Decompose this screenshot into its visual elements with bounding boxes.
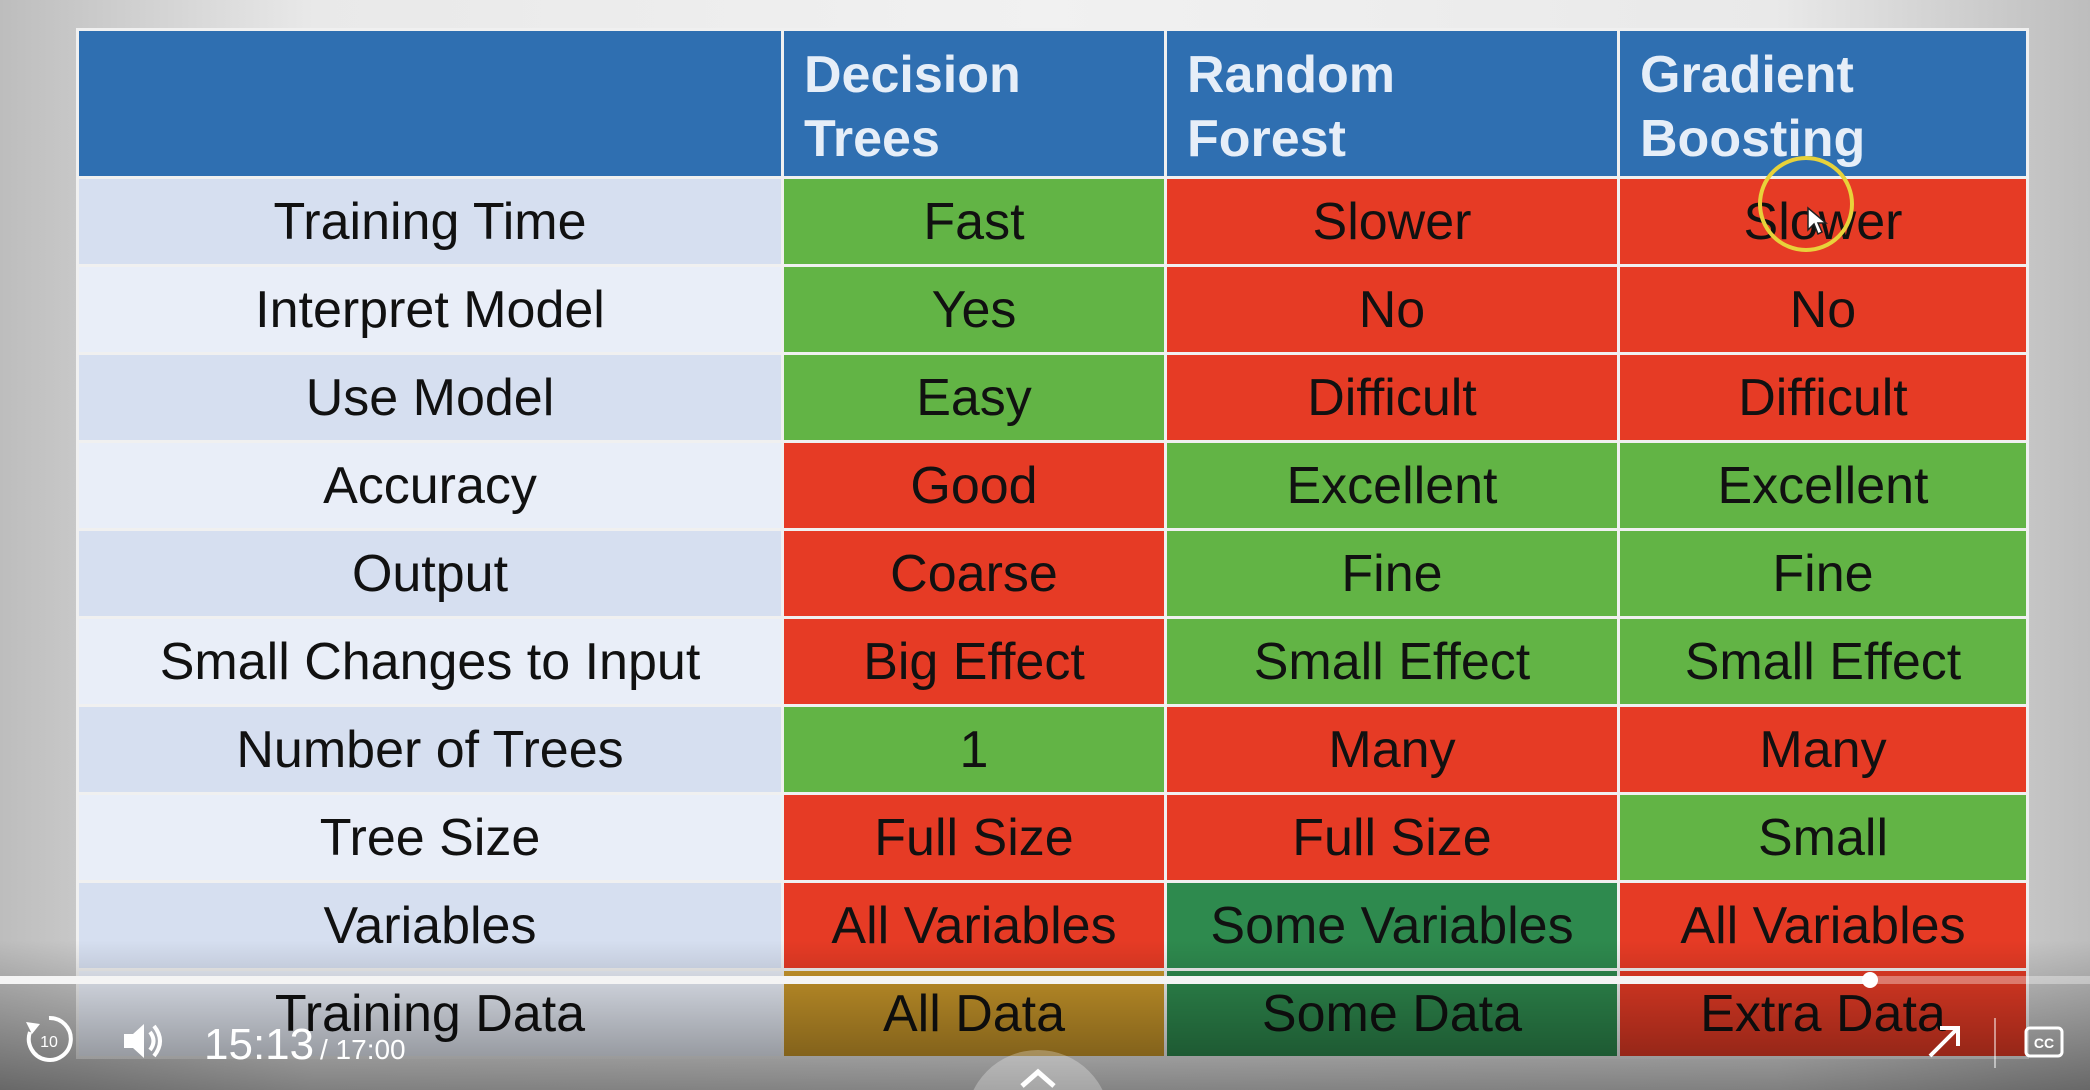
replay-10-button[interactable]: 10 — [22, 1012, 76, 1066]
current-time: 15:13 — [204, 1020, 315, 1069]
table-cell: 1 — [781, 704, 1167, 795]
header-row: Decision Trees Random Forest Gradient Bo… — [76, 28, 2029, 179]
replay-10-label: 10 — [40, 1034, 58, 1051]
header-line: Decision — [804, 46, 1021, 104]
fullscreen-button[interactable] — [1924, 1022, 1964, 1062]
row-label: Output — [76, 528, 784, 619]
row-label: Accuracy — [76, 440, 784, 531]
table-cell: All Variables — [781, 880, 1167, 971]
progress-bar[interactable] — [0, 972, 2090, 988]
table-row: Tree Size Full Size Full Size Small — [76, 792, 2029, 883]
table-cell: Good — [781, 440, 1167, 531]
row-label: Variables — [76, 880, 784, 971]
header-gradient-boosting: Gradient Boosting — [1617, 28, 2029, 179]
row-label: Interpret Model — [76, 264, 784, 355]
row-label: Tree Size — [76, 792, 784, 883]
table-row: Small Changes to Input Big Effect Small Ef… — [76, 616, 2029, 707]
chevron-up-icon — [1020, 1068, 1056, 1088]
table-cell: Big Effect — [781, 616, 1167, 707]
table-cell: Yes — [781, 264, 1167, 355]
table-cell: Full Size — [781, 792, 1167, 883]
row-label: Small Changes to Input — [76, 616, 784, 707]
table-cell: Fast — [781, 176, 1167, 267]
row-label: Use Model — [76, 352, 784, 443]
progress-scrubber-knob[interactable] — [1861, 972, 1878, 988]
svg-text:CC: CC — [2034, 1035, 2054, 1051]
table-cell: All Variables — [1617, 880, 2029, 971]
table-row: Number of Trees 1 Many Many — [76, 704, 2029, 795]
mouse-pointer-icon — [1807, 206, 1828, 236]
header-line: Trees — [804, 110, 940, 168]
fullscreen-arrow-icon — [1928, 1026, 1960, 1058]
table-cell: Easy — [781, 352, 1167, 443]
table-cell: Small Effect — [1617, 616, 2029, 707]
replay-10-icon: 10 — [26, 1015, 73, 1062]
table-cell: Many — [1164, 704, 1620, 795]
volume-button[interactable] — [120, 1018, 166, 1064]
volume-icon — [124, 1024, 162, 1058]
header-corner-cell — [76, 28, 784, 179]
table-cell: No — [1164, 264, 1620, 355]
table-row: Interpret Model Yes No No — [76, 264, 2029, 355]
header-random-forest: Random Forest — [1164, 28, 1620, 179]
table-cell: Small — [1617, 792, 2029, 883]
cursor-highlight-ring — [1758, 156, 1854, 252]
table-cell: Small Effect — [1164, 616, 1620, 707]
table-cell: Fine — [1617, 528, 2029, 619]
header-line: Random — [1187, 46, 1395, 104]
table-cell: Excellent — [1164, 440, 1620, 531]
table-cell: Fine — [1164, 528, 1620, 619]
header-line: Gradient — [1640, 46, 1854, 104]
video-frame[interactable]: Decision Trees Random Forest Gradient Bo… — [0, 0, 2090, 1090]
row-label: Number of Trees — [76, 704, 784, 795]
header-line: Boosting — [1640, 110, 1866, 168]
table-cell: Difficult — [1617, 352, 2029, 443]
table-row: Output Coarse Fine Fine — [76, 528, 2029, 619]
row-label: Training Time — [76, 176, 784, 267]
table-row: Accuracy Good Excellent Excellent — [76, 440, 2029, 531]
table-cell: No — [1617, 264, 2029, 355]
table-cell: Difficult — [1164, 352, 1620, 443]
controls-divider — [1994, 1018, 1996, 1068]
captions-icon: CC — [2024, 1026, 2064, 1058]
header-line: Forest — [1187, 110, 1346, 168]
table-cell: Slower — [1164, 176, 1620, 267]
table-body: Training TimeFastSlowerSlowerInterpret M… — [76, 176, 2029, 1059]
table-cell: Full Size — [1164, 792, 1620, 883]
table-cell: Excellent — [1617, 440, 2029, 531]
table-row: Variables All Variables Some Variables All … — [76, 880, 2029, 971]
header-decision-trees: Decision Trees — [781, 28, 1167, 179]
progress-fill — [0, 976, 1870, 984]
table-row: Use Model Easy Difficult Difficult — [76, 352, 2029, 443]
total-time: / 17:00 — [320, 1034, 406, 1065]
captions-button[interactable]: CC — [2024, 1024, 2064, 1060]
table-cell: Many — [1617, 704, 2029, 795]
table-cell: Coarse — [781, 528, 1167, 619]
table-row: Training TimeFastSlowerSlower — [76, 176, 2029, 267]
table-cell: Some Variables — [1164, 880, 1620, 971]
comparison-table: Decision Trees Random Forest Gradient Bo… — [76, 28, 2029, 1059]
